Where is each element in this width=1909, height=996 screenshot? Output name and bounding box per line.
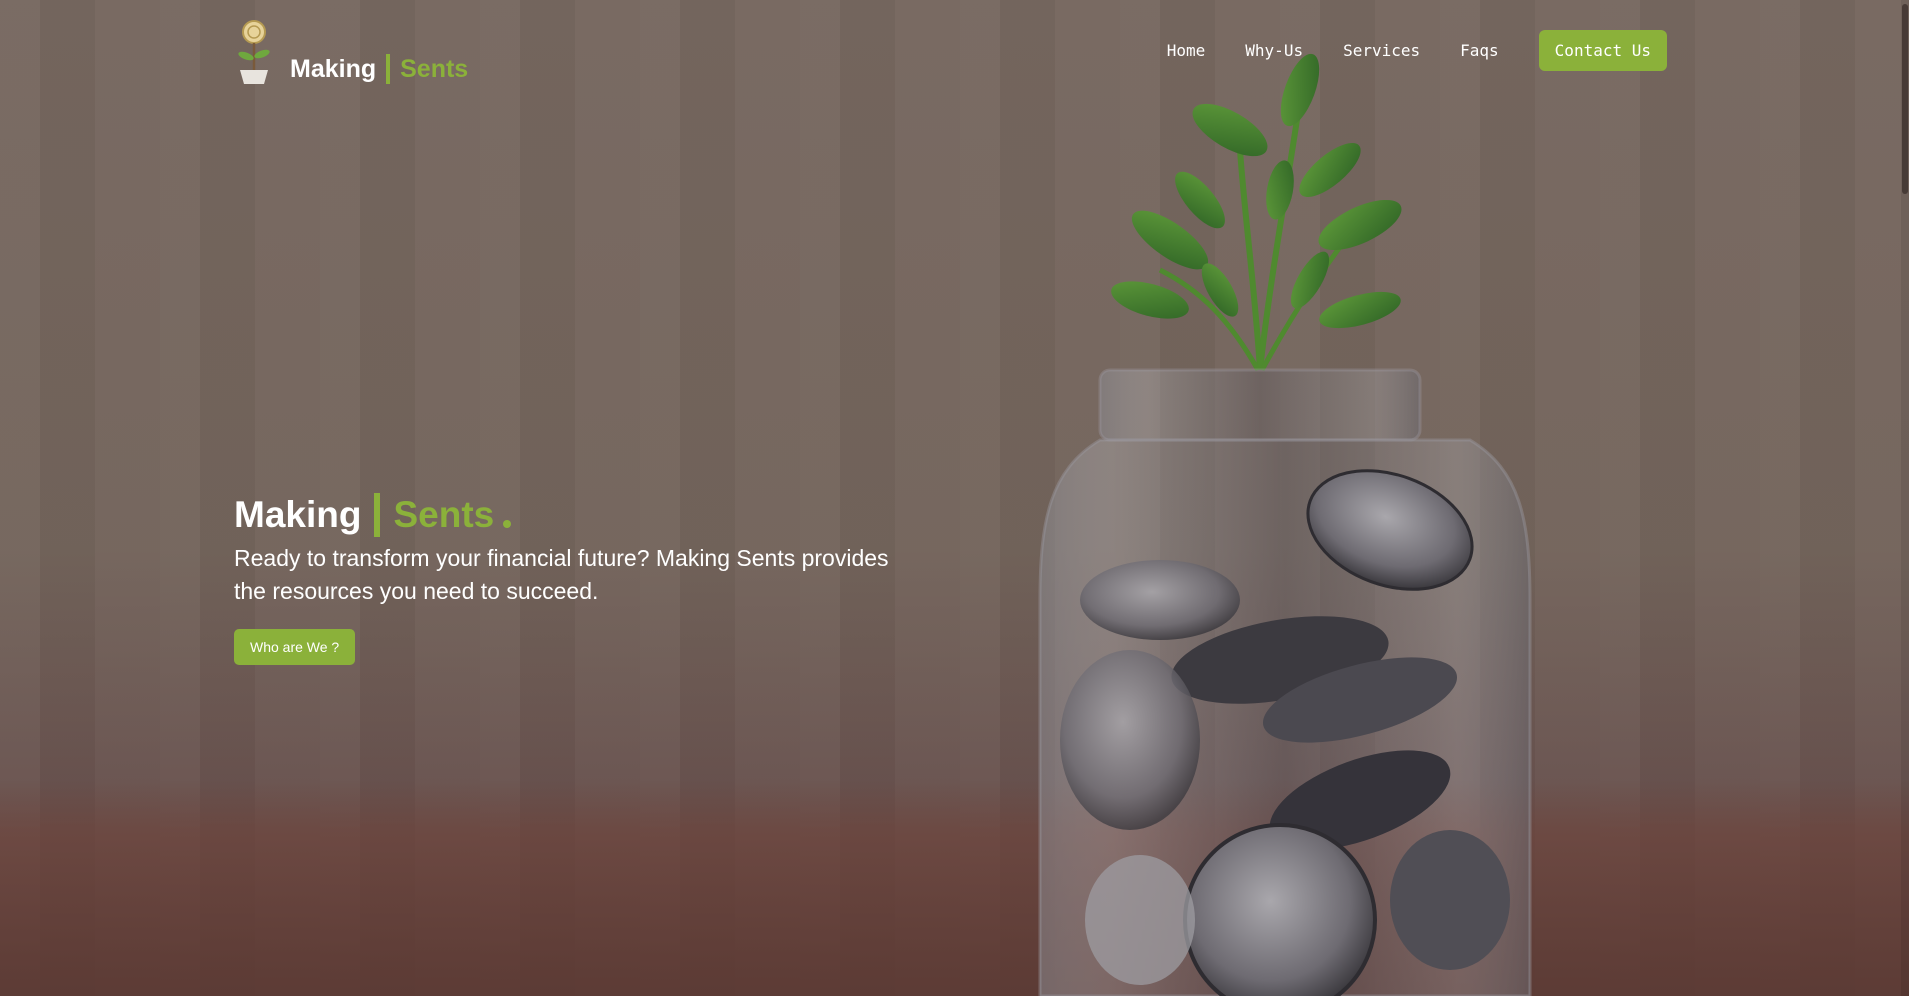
hero-title: Making Sents [234,492,934,538]
coin-jar-plant-image [1038,53,1532,996]
page: Making Sents Home Why-Us Services Faqs C… [0,0,1909,996]
page-scrollbar[interactable] [1901,0,1909,996]
hero-description: Ready to transform your financial future… [234,545,889,604]
contact-us-button[interactable]: Contact Us [1538,30,1667,71]
nav-link-faqs[interactable]: Faqs [1460,41,1499,60]
brand-divider [386,54,391,84]
brand-logo-link[interactable]: Making Sents [236,16,468,86]
hero-content: Making Sents Ready to transform your fin… [234,492,934,665]
nav-link-home[interactable]: Home [1167,41,1206,60]
hero-title-part2: Sents [393,494,495,535]
hero-background-table [0,780,1909,996]
brand-name-part1: Making [290,54,377,83]
main-nav: Home Why-Us Services Faqs Contact Us [1167,30,1667,71]
nav-link-why-us[interactable]: Why-Us [1245,41,1303,60]
site-header: Making Sents Home Why-Us Services Faqs C… [0,0,1909,100]
who-are-we-button[interactable]: Who are We ? [234,629,356,665]
hero-title-divider [374,493,381,537]
hero-title-part1: Making [234,494,362,535]
money-plant-icon [238,20,270,84]
brand-name-part2: Sents [400,54,469,83]
nav-link-services[interactable]: Services [1343,41,1420,60]
hero-title-dot [503,520,512,528]
brand-name: Making Sents [290,54,468,84]
